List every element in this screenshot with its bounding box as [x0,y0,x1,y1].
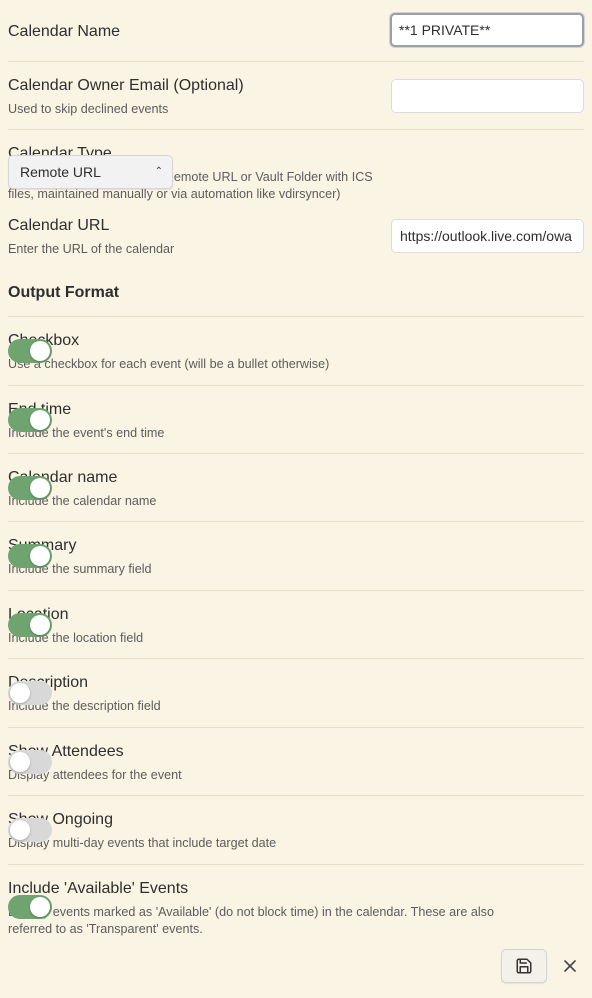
setting-label: Location [8,605,523,625]
setting-description: Include the description field [8,699,161,713]
setting-label: Calendar name [8,469,118,486]
setting-info: Calendar URL Enter the URL of the calend… [8,216,174,258]
calendar-type-select[interactable]: Remote URL ⌃ [8,155,173,189]
setting-description: Include the location field [8,631,144,645]
setting-label: Summary [8,536,523,556]
setting-info: End time Include the event's end time [8,400,523,442]
save-button[interactable] [501,949,547,983]
setting-description: Use a checkbox for each event (will be a… [8,357,330,371]
setting-label: Checkbox [8,331,523,351]
toggle-knob [30,410,50,430]
toggle-switch[interactable] [8,476,52,500]
setting-description: Include the summary field [8,562,152,576]
setting-info: Description Include the description field [8,673,523,715]
calendar-url-input[interactable] [391,219,584,253]
setting-description: Display multi-day events that include ta… [8,836,277,850]
toggle-switch[interactable] [8,339,52,363]
setting-toggle-row: Description Include the description field [8,658,584,727]
toggle-switch[interactable] [8,818,52,842]
setting-description: Display attendees for the event [8,768,182,782]
setting-label: Calendar Owner Email (Optional) [8,77,244,94]
setting-description: Include the calendar name [8,494,157,508]
setting-toggle-row: End time Include the event's end time [8,385,584,454]
setting-toggle-row: Show Ongoing Display multi-day events tha… [8,795,584,864]
toggle-switch[interactable] [8,613,52,637]
setting-label: End time [8,401,72,418]
setting-toggle-row: Summary Include the summary field [8,521,584,590]
setting-description: Enter the URL of the calendar [8,242,175,256]
toggle-switch[interactable] [8,408,52,432]
save-icon [516,958,532,974]
owner-email-input[interactable] [391,79,584,113]
calendar-name-input[interactable] [390,13,584,47]
setting-label: Description [8,674,89,691]
toggle-knob [30,615,50,635]
toggle-knob [10,752,30,772]
toggle-knob [30,546,50,566]
setting-info: Show Ongoing Display multi-day events tha… [8,810,523,852]
setting-toggle-row: Include 'Available' Events Display events… [8,864,584,945]
output-format-heading: Output Format [8,284,120,301]
toggle-switch[interactable] [8,750,52,774]
setting-info: Location Include the location field [8,605,523,647]
toggle-switch[interactable] [8,544,52,568]
setting-info: Show Attendees Display attendees for the … [8,742,523,784]
setting-toggle-row: Calendar name Include the calendar name [8,453,584,522]
setting-description: Used to skip declined events [8,102,169,116]
setting-info: Checkbox Use a checkbox for each event (w… [8,331,523,373]
toggle-switch[interactable] [8,681,52,705]
chevron-up-down-icon: ⌃ [154,166,163,177]
calendar-type-selected: Remote URL [20,164,101,180]
setting-label: Calendar URL [8,217,110,234]
setting-info: Summary Include the summary field [8,536,523,578]
setting-label: Show Attendees [8,743,124,760]
setting-owner-email: Calendar Owner Email (Optional) Used to … [8,61,584,130]
setting-info: Calendar name Include the calendar name [8,468,523,510]
close-button[interactable] [558,954,582,978]
toggle-knob [30,341,50,361]
setting-label: Show Ongoing [8,811,113,828]
setting-info: Include 'Available' Events Display events… [8,879,523,938]
setting-info: Calendar Owner Email (Optional) Used to … [8,76,244,118]
toggle-knob [30,897,50,917]
toggle-knob [30,478,50,498]
setting-label: Calendar Name [8,23,121,40]
setting-description: Display events marked as 'Available' (do… [8,905,494,936]
setting-toggle-row: Location Include the location field [8,590,584,659]
toggle-knob [10,820,30,840]
toggle-switch[interactable] [8,895,52,919]
setting-calendar-type: Calendar Type Select the type of calenda… [8,129,584,210]
setting-label: Include 'Available' Events [8,880,189,897]
setting-toggle-row: Show Attendees Display attendees for the … [8,727,584,796]
close-icon [564,960,576,972]
setting-description: Include the event's end time [8,426,165,440]
setting-toggle-row: Checkbox Use a checkbox for each event (w… [8,316,584,385]
setting-calendar-url: Calendar URL Enter the URL of the calend… [8,204,584,270]
setting-calendar-name: Calendar Name [8,8,584,60]
toggle-knob [10,683,30,703]
